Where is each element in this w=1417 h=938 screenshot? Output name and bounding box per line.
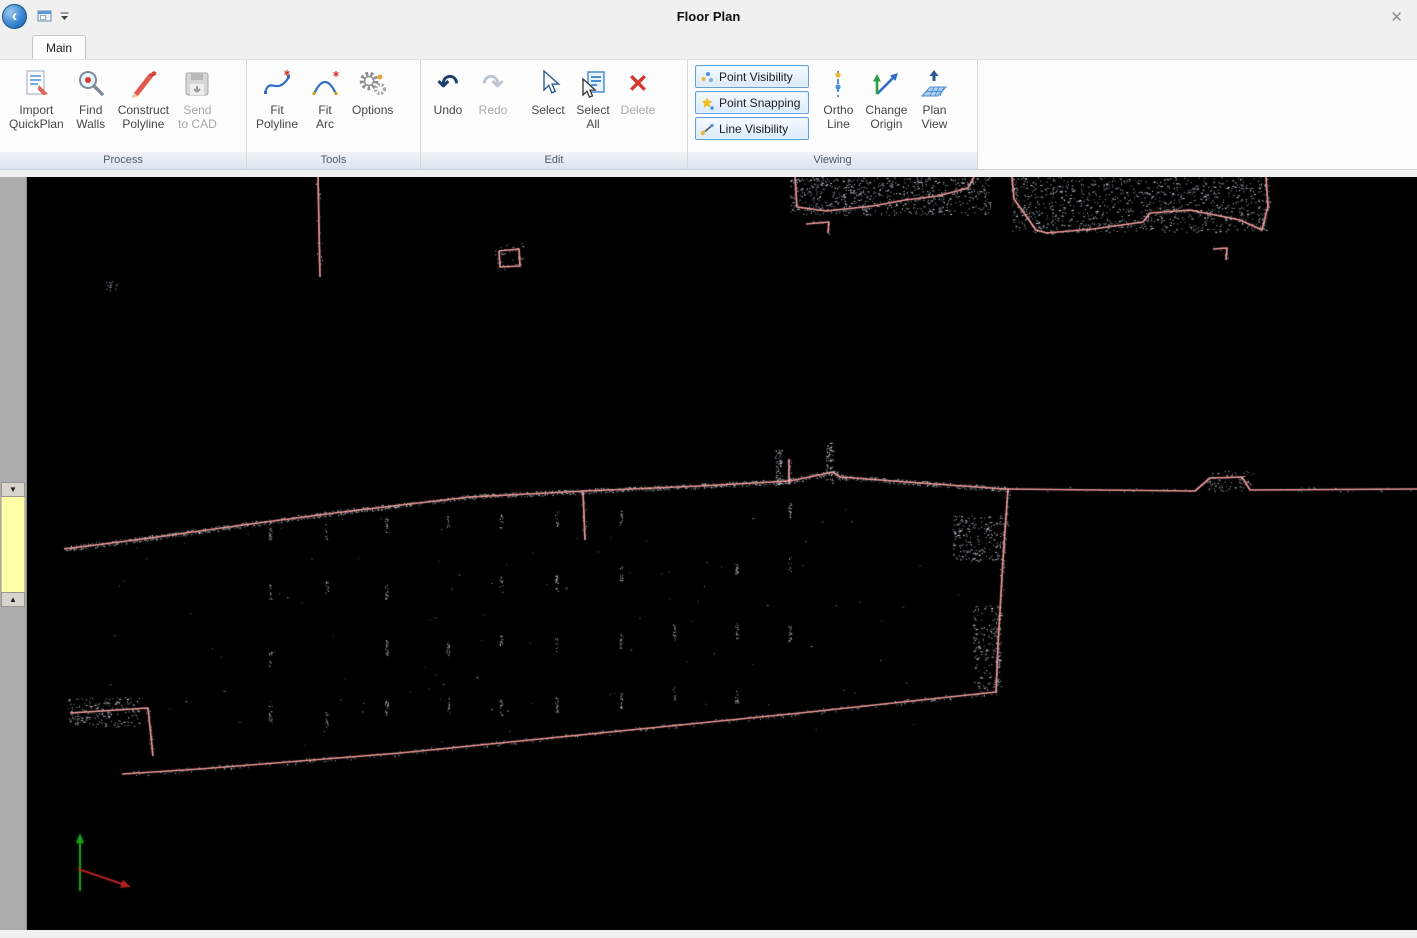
line-visibility-icon — [700, 122, 714, 136]
ribbon-filler — [978, 60, 1417, 169]
change-origin-button[interactable]: Change Origin — [861, 63, 911, 131]
strip-filler-top — [0, 177, 26, 482]
button-label: Plan — [922, 103, 946, 117]
button-label: Delete — [621, 103, 656, 117]
strip-filler-bottom — [0, 607, 26, 930]
customize-dropdown-icon — [60, 12, 69, 22]
delete-icon: ✕ — [628, 67, 649, 101]
ribbon: Import QuickPlan Find Walls — [0, 60, 1417, 170]
ortho-line-button[interactable]: Ortho Line — [816, 63, 860, 131]
scroll-up-icon: ▲ — [9, 596, 17, 604]
toggle-label: Point Snapping — [719, 96, 800, 110]
import-quickplan-button[interactable]: Import QuickPlan — [5, 63, 68, 131]
fit-arc-icon — [309, 67, 341, 101]
construct-polyline-button[interactable]: Construct Polyline — [114, 63, 173, 131]
button-label: Import — [19, 103, 53, 117]
ribbon-group-edit: ↶ Undo ↷ Redo Select — [421, 60, 688, 169]
button-label: QuickPlan — [9, 117, 64, 131]
undo-icon: ↶ — [438, 67, 459, 101]
ribbon-group-viewing: Point Visibility Point Snapping — [688, 60, 978, 169]
plan-view-button[interactable]: Plan View — [912, 63, 956, 131]
delete-button[interactable]: ✕ Delete — [616, 63, 660, 117]
button-label: Construct — [118, 103, 169, 117]
close-button[interactable]: ✕ — [1390, 8, 1403, 26]
select-all-icon — [577, 67, 609, 101]
back-button[interactable]: ‹ — [2, 4, 27, 29]
send-to-cad-button[interactable]: Send to CAD — [174, 63, 221, 131]
group-label-viewing: Viewing — [688, 152, 977, 169]
fit-arc-button[interactable]: Fit Arc — [303, 63, 347, 131]
title-bar: ‹ Floor Plan ✕ — [0, 0, 1417, 33]
toggle-label: Point Visibility — [719, 70, 793, 84]
tab-main[interactable]: Main — [32, 35, 86, 59]
button-label: Undo — [434, 103, 463, 117]
fit-polyline-button[interactable]: Fit Polyline — [252, 63, 302, 131]
options-button[interactable]: Options — [348, 63, 397, 117]
toggle-label: Line Visibility — [719, 122, 788, 136]
plan-view-icon — [918, 67, 950, 101]
button-label: Polyline — [122, 117, 164, 131]
quick-access-customize-button[interactable] — [60, 12, 69, 22]
point-snapping-icon — [700, 96, 714, 110]
options-icon — [357, 67, 389, 101]
workspace: ▼ ▲ — [0, 177, 1417, 930]
floorplan-canvas[interactable] — [27, 177, 1417, 930]
button-label: Send — [183, 103, 211, 117]
button-label: Polyline — [256, 117, 298, 131]
select-button[interactable]: Select — [526, 63, 570, 117]
viewing-toggle-stack: Point Visibility Point Snapping — [693, 63, 815, 140]
group-label-edit: Edit — [421, 152, 687, 169]
left-scroll-strip: ▼ ▲ — [0, 177, 27, 930]
back-icon: ‹ — [12, 7, 18, 24]
find-walls-button[interactable]: Find Walls — [69, 63, 113, 131]
button-label: Arc — [316, 117, 334, 131]
group-label-tools: Tools — [247, 152, 420, 169]
button-label: Origin — [870, 117, 902, 131]
button-label: Options — [352, 103, 393, 117]
fit-polyline-icon — [261, 67, 293, 101]
button-label: Find — [79, 103, 102, 117]
button-label: View — [922, 117, 948, 131]
button-label: Fit — [318, 103, 331, 117]
send-to-cad-icon — [181, 67, 213, 101]
select-all-button[interactable]: Select All — [571, 63, 615, 131]
change-origin-icon — [870, 67, 902, 101]
scroll-down-button[interactable]: ▼ — [1, 482, 25, 497]
scroll-down-icon: ▼ — [9, 486, 17, 494]
ribbon-group-process: Import QuickPlan Find Walls — [0, 60, 247, 169]
undo-button[interactable]: ↶ Undo — [426, 63, 470, 117]
scroll-up-button[interactable]: ▲ — [1, 592, 25, 607]
import-quickplan-icon — [20, 67, 52, 101]
point-visibility-icon — [700, 70, 714, 84]
line-visibility-toggle[interactable]: Line Visibility — [695, 117, 809, 140]
button-label: to CAD — [178, 117, 217, 131]
button-label: Select — [576, 103, 609, 117]
construct-polyline-icon — [127, 67, 159, 101]
group-label-process: Process — [0, 152, 246, 169]
button-label: All — [586, 117, 599, 131]
button-label: Walls — [76, 117, 105, 131]
slider-region[interactable] — [1, 497, 25, 592]
button-label: Change — [865, 103, 907, 117]
ribbon-group-tools: Fit Polyline Fit Arc — [247, 60, 421, 169]
button-label: Redo — [479, 103, 508, 117]
button-label: Fit — [270, 103, 283, 117]
ribbon-tab-strip: Main — [0, 33, 1417, 60]
ortho-line-icon — [822, 67, 854, 101]
button-label: Select — [531, 103, 564, 117]
window-title: Floor Plan — [0, 9, 1417, 24]
quick-access-window-icon[interactable] — [37, 10, 52, 23]
point-visibility-toggle[interactable]: Point Visibility — [695, 65, 809, 88]
select-icon — [532, 67, 564, 101]
find-walls-icon — [75, 67, 107, 101]
button-label: Ortho — [823, 103, 853, 117]
point-snapping-toggle[interactable]: Point Snapping — [695, 91, 809, 114]
redo-icon: ↷ — [483, 67, 504, 101]
button-label: Line — [827, 117, 850, 131]
redo-button[interactable]: ↷ Redo — [471, 63, 515, 117]
